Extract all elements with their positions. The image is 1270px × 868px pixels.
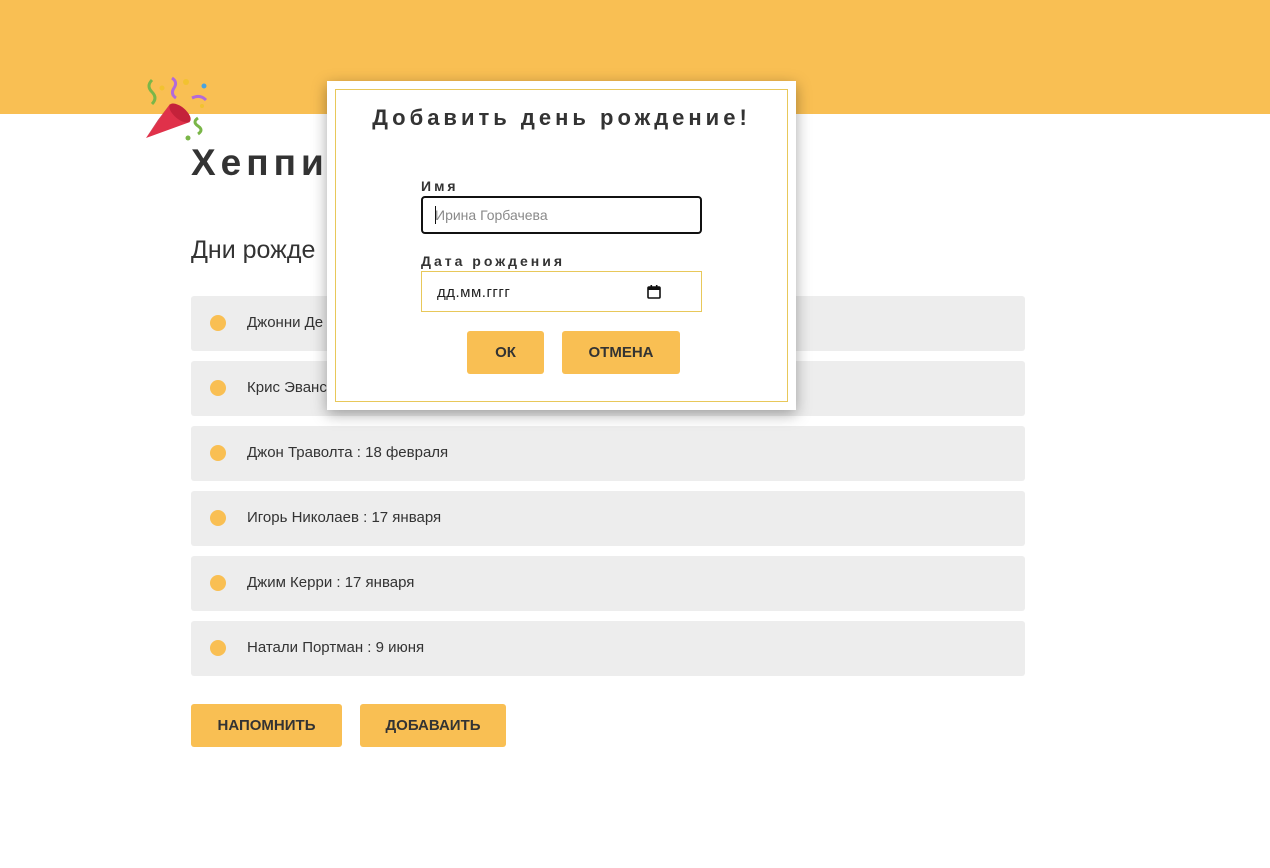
add-birthday-button[interactable]: ДОБАВАИТЬ: [360, 704, 506, 747]
remind-button[interactable]: НАПОМНИТЬ: [191, 704, 342, 747]
birthday-entry-text: Джонни Де: [247, 314, 324, 331]
bullet-dot-icon: [210, 315, 226, 331]
name-input[interactable]: [421, 196, 702, 234]
date-placeholder-text: дд.мм.гггг: [437, 284, 511, 301]
section-title: Дни рожде: [191, 236, 316, 264]
birthday-entry-text: Джон Траволта : 18 февраля: [247, 444, 449, 461]
name-label: Имя: [421, 178, 459, 194]
party-popper-icon: [146, 76, 208, 141]
calendar-icon[interactable]: [646, 284, 662, 300]
birthdate-input[interactable]: дд.мм.гггг: [421, 271, 702, 312]
text-caret: [435, 206, 436, 224]
birthday-entry-text: Натали Портман : 9 июня: [247, 639, 425, 656]
birthday-entry-text: Джим Керри : 17 января: [247, 574, 415, 591]
bullet-dot-icon: [210, 575, 226, 591]
bullet-dot-icon: [210, 640, 226, 656]
add-birthday-dialog: Добавить день рождение! Имя Дата рождени…: [327, 81, 796, 410]
dialog-frame: Добавить день рождение! Имя Дата рождени…: [335, 89, 788, 402]
app-title: Хеппи: [191, 142, 329, 183]
birthday-list-item: Джон Траволта : 18 февраля: [191, 426, 1025, 481]
bullet-dot-icon: [210, 510, 226, 526]
cancel-button[interactable]: ОТМЕНА: [562, 331, 680, 374]
birthday-list-item: Игорь Николаев : 17 января: [191, 491, 1025, 546]
birthday-entry-text: Крис Эванс: [247, 379, 327, 396]
bullet-dot-icon: [210, 380, 226, 396]
ok-button[interactable]: ОК: [467, 331, 544, 374]
birthday-entry-text: Игорь Николаев : 17 января: [247, 509, 442, 526]
birthday-list-item: Джим Керри : 17 января: [191, 556, 1025, 611]
bullet-dot-icon: [210, 445, 226, 461]
birthdate-label: Дата рождения: [421, 253, 566, 269]
dialog-title: Добавить день рождение!: [372, 105, 751, 130]
birthday-list-item: Натали Портман : 9 июня: [191, 621, 1025, 676]
